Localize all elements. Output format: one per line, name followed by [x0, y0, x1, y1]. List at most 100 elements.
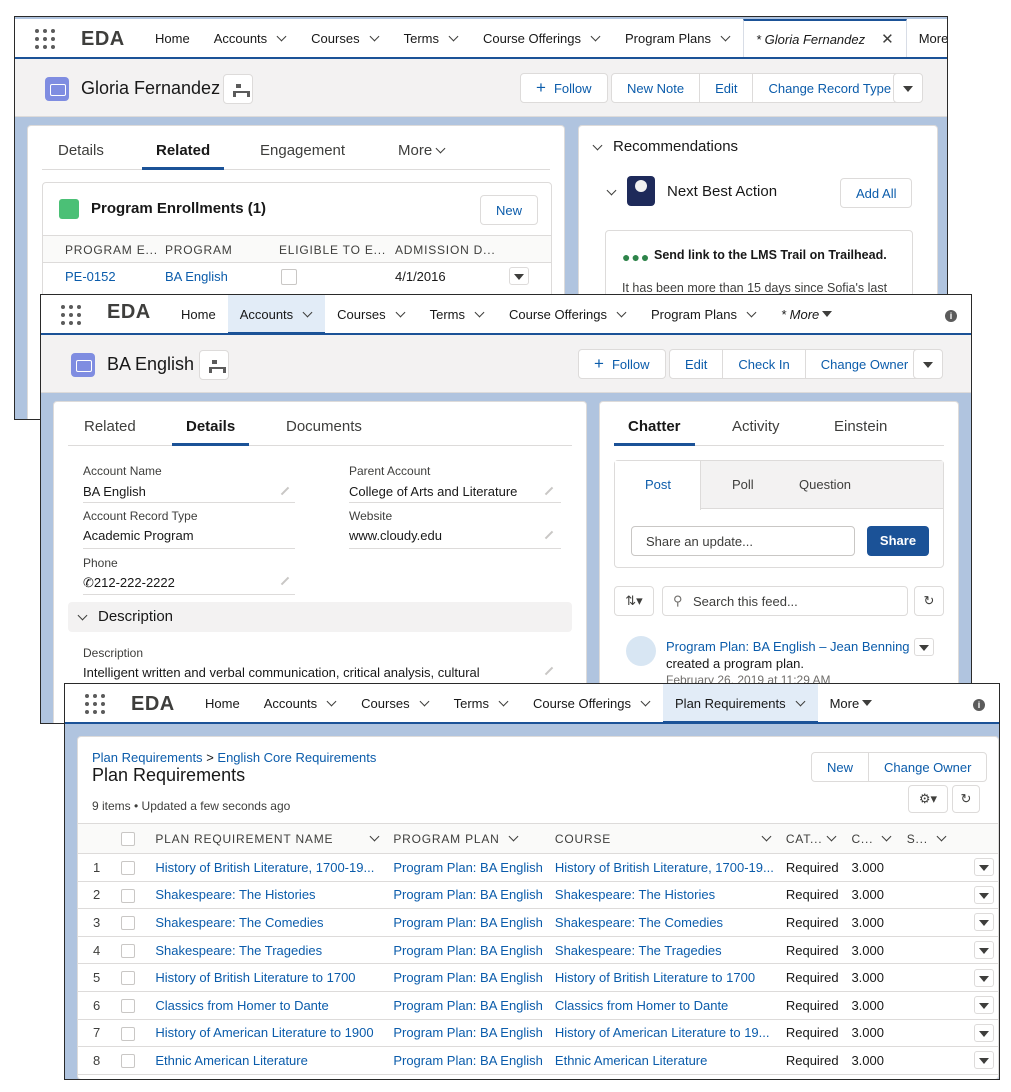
- row-actions-dropdown[interactable]: [974, 1023, 994, 1042]
- edit-pencil-icon[interactable]: [280, 576, 290, 586]
- chevron-down-icon[interactable]: [617, 309, 627, 319]
- info-icon[interactable]: i: [945, 310, 957, 322]
- course-link[interactable]: Shakespeare: The Histories: [548, 881, 780, 910]
- chevron-down-icon[interactable]: [761, 833, 773, 843]
- app-launcher-icon[interactable]: [35, 29, 57, 51]
- tab-more[interactable]: More: [398, 142, 446, 159]
- chevron-down-icon[interactable]: [881, 833, 893, 843]
- chevron-down-icon[interactable]: [508, 833, 520, 843]
- parent-account-link[interactable]: College of Arts and Literature: [349, 484, 517, 499]
- column-header[interactable]: PROGRAM: [165, 243, 233, 257]
- chevron-down-icon[interactable]: [607, 187, 617, 197]
- close-icon[interactable]: ✕: [881, 30, 894, 48]
- chevron-down-icon[interactable]: [475, 309, 485, 319]
- row-checkbox[interactable]: [121, 999, 136, 1014]
- nav-accounts[interactable]: Accounts: [252, 684, 349, 722]
- row-actions-dropdown[interactable]: [509, 267, 529, 285]
- tab-documents[interactable]: Documents: [286, 418, 362, 435]
- column-header-course[interactable]: COURSE: [548, 823, 780, 854]
- new-button[interactable]: New: [811, 752, 870, 782]
- row-checkbox[interactable]: [121, 861, 136, 876]
- edit-pencil-icon[interactable]: [544, 666, 554, 676]
- hierarchy-icon[interactable]: [199, 350, 229, 380]
- course-link[interactable]: Classics from Homer to Dante: [548, 991, 780, 1020]
- more-actions-dropdown[interactable]: [893, 73, 923, 103]
- column-header-credits[interactable]: C...: [845, 823, 901, 854]
- tab-poll[interactable]: Poll: [732, 477, 754, 492]
- plan-requirement-link[interactable]: History of British Literature, 1700-19..…: [149, 853, 388, 882]
- nav-more[interactable]: More: [818, 684, 885, 722]
- plan-requirement-link[interactable]: History of American Literature to 1900: [149, 1019, 388, 1048]
- tab-chatter[interactable]: Chatter: [614, 418, 694, 446]
- change-owner-button[interactable]: Change Owner: [804, 349, 925, 379]
- nav-courses[interactable]: Courses: [349, 684, 441, 722]
- nav-courses[interactable]: Courses: [325, 295, 417, 333]
- chevron-down-icon[interactable]: [449, 33, 459, 43]
- nav-plan-requirements[interactable]: Plan Requirements: [663, 684, 818, 724]
- tab-details[interactable]: Details: [171, 418, 250, 446]
- chevron-down-icon[interactable]: [369, 833, 381, 843]
- program-plan-link[interactable]: Program Plan: BA English: [387, 991, 549, 1020]
- program-plan-link[interactable]: Program Plan: BA English: [387, 963, 549, 992]
- column-header[interactable]: ADMISSION D...: [395, 243, 496, 257]
- change-owner-button[interactable]: Change Owner: [868, 752, 988, 782]
- column-header-category[interactable]: CAT...: [779, 823, 846, 854]
- plan-requirement-link[interactable]: Classics from Homer to Dante: [149, 991, 388, 1020]
- nav-home[interactable]: Home: [193, 684, 252, 722]
- tab-details[interactable]: Details: [58, 142, 104, 159]
- add-all-button[interactable]: Add All: [840, 178, 913, 208]
- more-actions-dropdown[interactable]: [913, 349, 943, 379]
- refresh-icon[interactable]: ↻: [914, 586, 944, 616]
- app-launcher-icon[interactable]: [61, 305, 83, 327]
- program-link[interactable]: BA English: [165, 269, 228, 284]
- row-actions-dropdown[interactable]: [974, 968, 994, 987]
- nav-program-plans[interactable]: Program Plans: [613, 19, 743, 57]
- row-actions-dropdown[interactable]: [974, 858, 994, 877]
- course-link[interactable]: History of British Literature to 1700: [548, 963, 780, 992]
- hierarchy-icon[interactable]: [223, 74, 253, 104]
- nav-program-plans[interactable]: Program Plans: [639, 295, 769, 333]
- description-section-header[interactable]: Description: [68, 602, 572, 632]
- feed-item-link[interactable]: Program Plan: BA English – Jean Benning: [666, 639, 910, 654]
- course-link[interactable]: History of American Literature to 19...: [548, 1019, 780, 1048]
- column-header[interactable]: ELIGIBLE TO E...: [279, 243, 386, 257]
- breadcrumb-child-link[interactable]: English Core Requirements: [217, 750, 376, 765]
- nav-home[interactable]: Home: [169, 295, 228, 333]
- nav-accounts[interactable]: Accounts: [202, 19, 299, 57]
- edit-pencil-icon[interactable]: [280, 486, 290, 496]
- nav-more[interactable]: * More: [769, 295, 844, 333]
- chevron-down-icon[interactable]: [641, 698, 651, 708]
- row-checkbox[interactable]: [121, 1054, 136, 1069]
- feed-item-actions[interactable]: [914, 638, 934, 656]
- change-record-type-button[interactable]: Change Record Type: [752, 73, 908, 103]
- new-note-button[interactable]: New Note: [611, 73, 701, 103]
- follow-button[interactable]: + Follow: [578, 349, 666, 379]
- row-checkbox[interactable]: [121, 943, 136, 958]
- row-checkbox[interactable]: [121, 916, 136, 931]
- row-checkbox[interactable]: [121, 971, 136, 986]
- tab-einstein[interactable]: Einstein: [834, 418, 887, 435]
- nav-course-offerings[interactable]: Course Offerings: [497, 295, 639, 333]
- program-plan-link[interactable]: Program Plan: BA English: [387, 1046, 549, 1075]
- app-launcher-icon[interactable]: [85, 694, 107, 716]
- eligible-checkbox[interactable]: [281, 269, 297, 285]
- edit-pencil-icon[interactable]: [544, 486, 554, 496]
- program-plan-link[interactable]: Program Plan: BA English: [387, 908, 549, 937]
- course-link[interactable]: History of British Literature, 1700-19..…: [548, 853, 780, 882]
- tab-gloria-fernandez[interactable]: * Gloria Fernandez ✕: [743, 19, 907, 57]
- nav-course-offerings[interactable]: Course Offerings: [521, 684, 663, 722]
- column-header-name[interactable]: PLAN REQUIREMENT NAME: [149, 823, 388, 854]
- row-actions-dropdown[interactable]: [974, 885, 994, 904]
- nav-course-offerings[interactable]: Course Offerings: [471, 19, 613, 57]
- chevron-down-icon[interactable]: [796, 698, 806, 708]
- program-plan-link[interactable]: Program Plan: BA English: [387, 936, 549, 965]
- row-checkbox[interactable]: [121, 888, 136, 903]
- phone-link[interactable]: ✆212-222-2222: [83, 575, 175, 591]
- chevron-down-icon[interactable]: [721, 33, 731, 43]
- tab-related[interactable]: Related: [84, 418, 136, 435]
- nav-courses[interactable]: Courses: [299, 19, 391, 57]
- row-actions-dropdown[interactable]: [974, 1051, 994, 1070]
- search-feed-input[interactable]: ⚲ Search this feed...: [662, 586, 908, 616]
- course-link[interactable]: Ethnic American Literature: [548, 1046, 780, 1075]
- breadcrumb-parent-link[interactable]: Plan Requirements: [92, 750, 203, 765]
